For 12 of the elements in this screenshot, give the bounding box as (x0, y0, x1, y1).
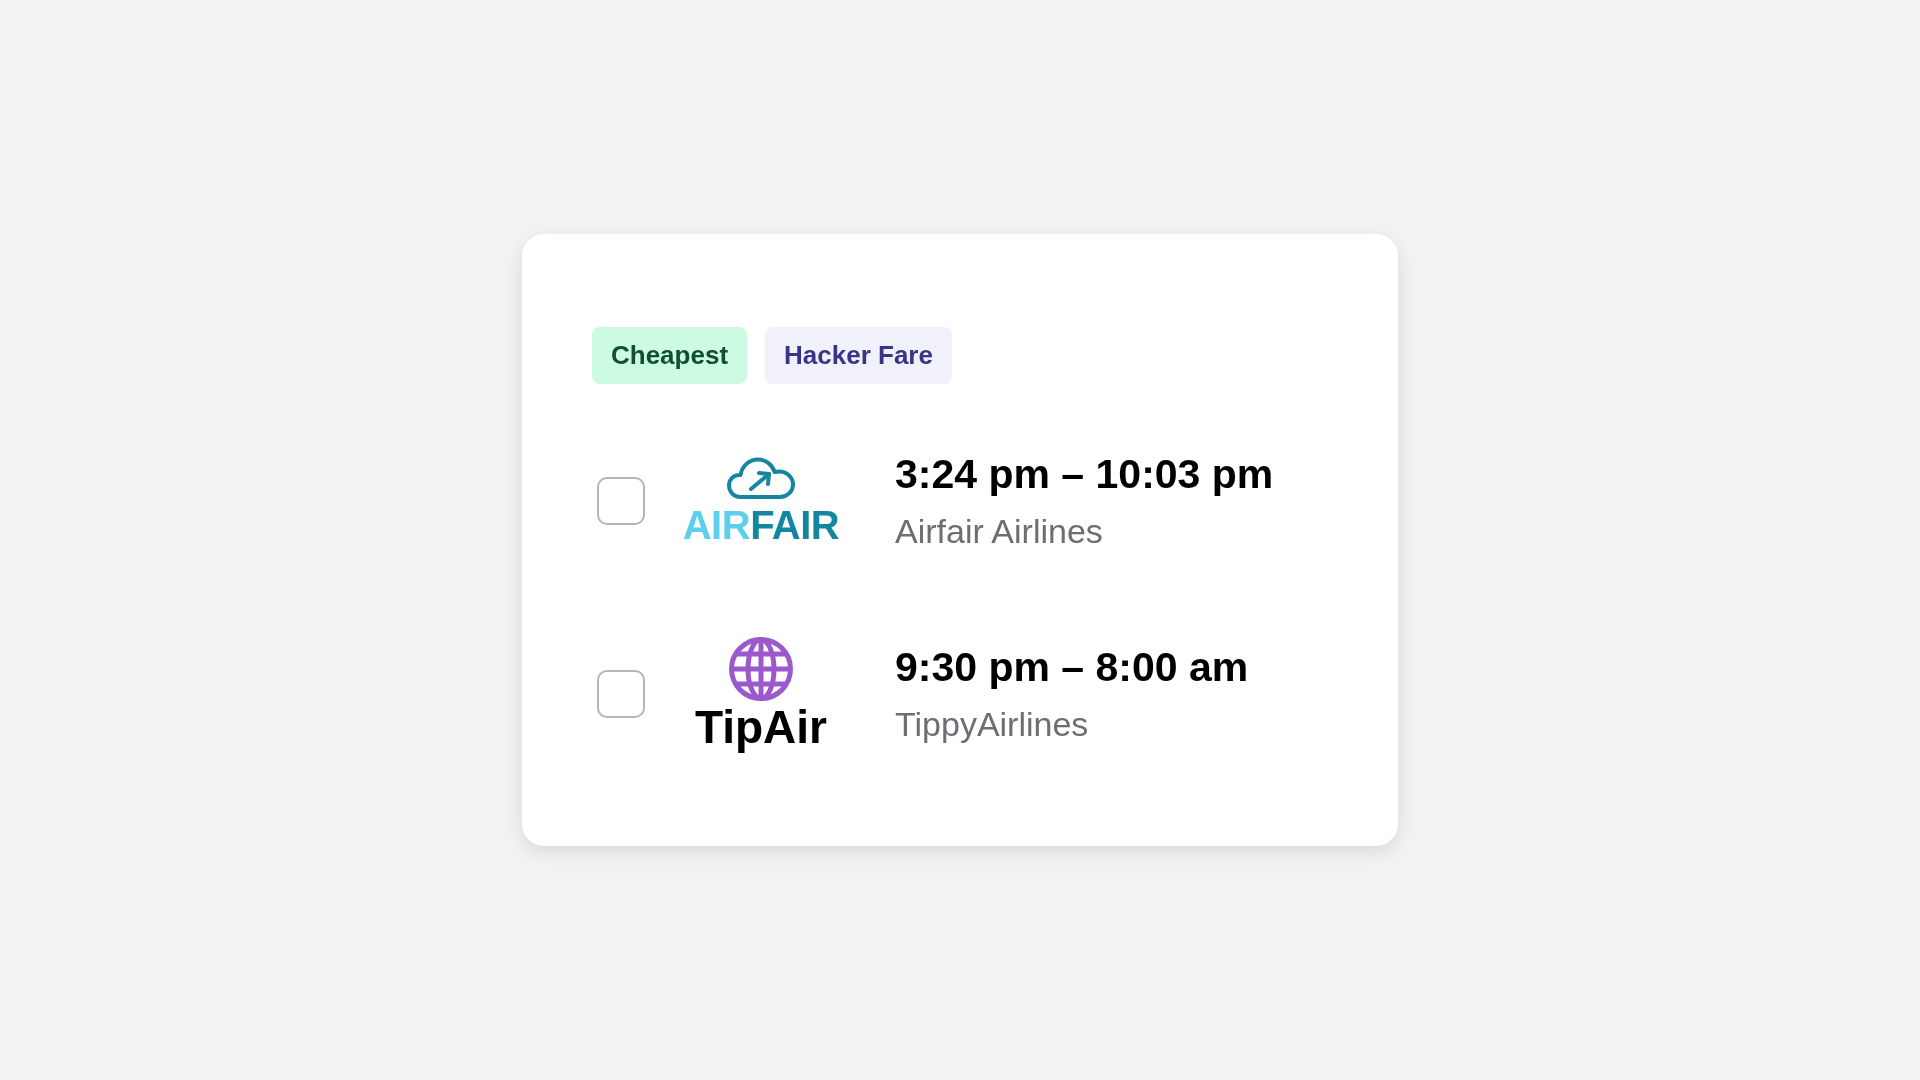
tag-label: Hacker Fare (765, 327, 952, 384)
checkbox[interactable] (597, 669, 645, 718)
flight-times: 3:24 pm – 10:03 pm (895, 449, 1274, 499)
checkbox[interactable] (597, 476, 645, 525)
airline-name: TippyAirlines (895, 703, 1090, 745)
tag-label: Cheapest (592, 327, 748, 384)
airline-logo-wordmark: AIRFAIR (682, 504, 840, 545)
airline-logo-wordmark: TipAir (694, 702, 828, 751)
airline-name: Airfair Airlines (895, 510, 1104, 552)
cloud-arrow-icon (727, 456, 795, 499)
globe-icon (729, 636, 793, 701)
flight-times: 9:30 pm – 8:00 am (895, 642, 1249, 692)
